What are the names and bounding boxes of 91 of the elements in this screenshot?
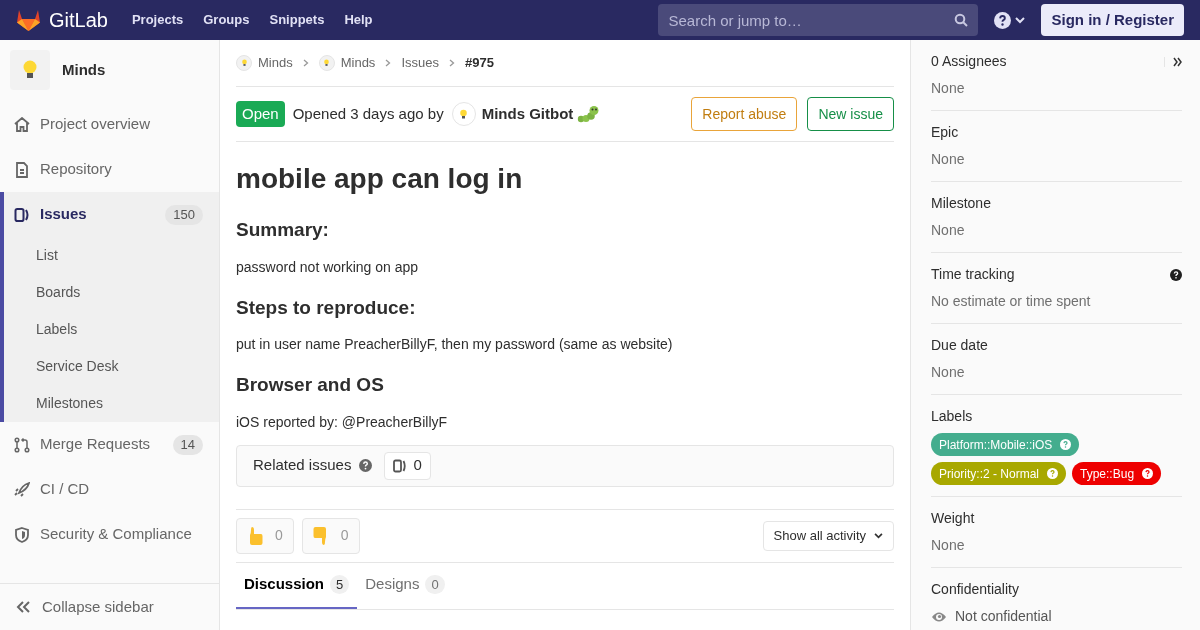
nav-link[interactable]: Snippets bbox=[269, 10, 325, 30]
sidebar-subitem[interactable]: Service Desk bbox=[4, 348, 219, 385]
sidebar-subitem[interactable]: Milestones bbox=[4, 385, 219, 422]
issue-title: mobile app can log in bbox=[236, 162, 524, 196]
double-chevron-right-icon[interactable] bbox=[1173, 56, 1182, 67]
chevron-down-icon bbox=[1015, 16, 1026, 24]
nav-link[interactable]: Help bbox=[344, 10, 373, 30]
related-issues-count: 0 bbox=[384, 451, 431, 480]
author-link[interactable]: Minds Gitbot bbox=[481, 102, 574, 126]
home-icon bbox=[14, 116, 30, 133]
new-issue-button[interactable]: New issue bbox=[807, 97, 894, 131]
sidebar-item[interactable]: Merge Requests 14 bbox=[4, 422, 219, 467]
section-heading: Steps to reproduce: bbox=[236, 295, 417, 320]
gitlab-logo-icon[interactable] bbox=[16, 8, 41, 32]
section-heading: Browser and OS bbox=[236, 373, 385, 397]
chevron-right-icon bbox=[385, 59, 392, 67]
section-value: None bbox=[931, 221, 965, 240]
sidebar-subitem[interactable]: Labels bbox=[4, 311, 219, 348]
thumbs-down-icon bbox=[312, 525, 329, 546]
lightbulb-icon bbox=[241, 59, 247, 67]
nav-link[interactable]: Projects bbox=[131, 10, 184, 30]
help-icon bbox=[1060, 439, 1072, 450]
count-badge: 150 bbox=[165, 204, 203, 225]
section-title: Milestone bbox=[931, 194, 992, 213]
activity-filter-dropdown[interactable]: Show all activity bbox=[762, 520, 894, 551]
section-value: No estimate or time spent bbox=[931, 292, 1091, 311]
chevron-right-icon bbox=[302, 59, 309, 67]
issues-icon bbox=[393, 458, 408, 473]
project-name[interactable]: Minds bbox=[62, 58, 106, 82]
related-issues-label: Related issues bbox=[253, 455, 352, 476]
help-icon bbox=[994, 11, 1012, 29]
breadcrumb-link[interactable]: #975 bbox=[464, 53, 494, 73]
section-title: Epic bbox=[931, 123, 960, 142]
lightbulb-icon bbox=[460, 108, 468, 120]
caterpillar-icon bbox=[577, 105, 600, 123]
section-title: Weight bbox=[931, 509, 976, 528]
collapse-sidebar-button[interactable]: Collapse sidebar bbox=[0, 583, 219, 630]
section-value: None bbox=[931, 150, 965, 169]
rocket-icon bbox=[14, 481, 30, 498]
section-value: Not confidential bbox=[955, 607, 1052, 626]
chevron-down-icon bbox=[874, 532, 883, 539]
sidebar-item[interactable]: Repository bbox=[4, 147, 219, 192]
breadcrumb-link[interactable]: Issues bbox=[401, 53, 439, 73]
shield-icon bbox=[14, 526, 30, 543]
sidebar-item[interactable]: Issues 150 bbox=[4, 192, 219, 237]
brand-name[interactable]: GitLab bbox=[49, 6, 108, 34]
sidebar-subitem[interactable]: List bbox=[4, 237, 219, 274]
section-value: None bbox=[931, 363, 965, 382]
status-badge: Open bbox=[236, 100, 285, 128]
merge-request-icon bbox=[14, 436, 30, 453]
section-title: Due date bbox=[931, 336, 989, 355]
issues-icon bbox=[14, 206, 30, 223]
section-heading: Summary: bbox=[236, 218, 330, 242]
breadcrumb-link[interactable]: Minds bbox=[340, 53, 376, 73]
section-title: 0 Assignees bbox=[931, 52, 1008, 71]
sidebar-subitem[interactable]: Boards bbox=[4, 274, 219, 311]
count-badge: 0 bbox=[425, 574, 445, 595]
label-tag[interactable]: Type::Bug bbox=[1072, 462, 1162, 485]
section-value: None bbox=[931, 79, 965, 98]
paragraph: put in user name PreacherBillyF, then my password (same as website) bbox=[236, 335, 674, 354]
document-icon bbox=[14, 161, 30, 178]
help-icon bbox=[1047, 468, 1058, 479]
sidebar-item[interactable]: CI / CD bbox=[4, 467, 219, 512]
thumbs-up-icon bbox=[247, 525, 263, 546]
lightbulb-icon bbox=[23, 60, 37, 80]
search-icon bbox=[954, 13, 969, 27]
lightbulb-icon bbox=[324, 59, 330, 67]
eye-icon bbox=[931, 610, 947, 623]
sidebar-item[interactable]: Security & Compliance bbox=[4, 512, 219, 557]
search-field[interactable]: Search or jump to… bbox=[658, 4, 979, 36]
tab[interactable]: Designs 0 bbox=[357, 562, 453, 609]
help-icon bbox=[1142, 468, 1154, 479]
count-badge: 14 bbox=[172, 434, 203, 455]
section-title: Labels bbox=[931, 407, 974, 426]
paragraph: iOS reported by: @PreacherBillyF bbox=[236, 412, 449, 432]
double-chevron-left-icon bbox=[16, 601, 30, 613]
tab[interactable]: Discussion 5 bbox=[236, 562, 358, 609]
help-dropdown[interactable] bbox=[994, 11, 1026, 29]
help-icon[interactable] bbox=[1170, 268, 1182, 281]
section-value: None bbox=[931, 536, 965, 555]
opened-text: Opened 3 days ago by bbox=[292, 103, 444, 124]
nav-link[interactable]: Groups bbox=[203, 10, 250, 30]
count-badge: 5 bbox=[330, 574, 350, 595]
paragraph: password not working on app bbox=[236, 257, 420, 277]
section-title: Confidentiality bbox=[931, 580, 1020, 599]
chevron-right-icon bbox=[448, 59, 455, 67]
sidebar-item[interactable]: Project overview bbox=[4, 102, 219, 147]
breadcrumb-link[interactable]: Minds bbox=[258, 53, 293, 73]
sign-in-button[interactable]: Sign in / Register bbox=[1041, 4, 1184, 36]
report-abuse-button[interactable]: Report abuse bbox=[691, 97, 798, 131]
section-title: Time tracking bbox=[931, 265, 1016, 284]
